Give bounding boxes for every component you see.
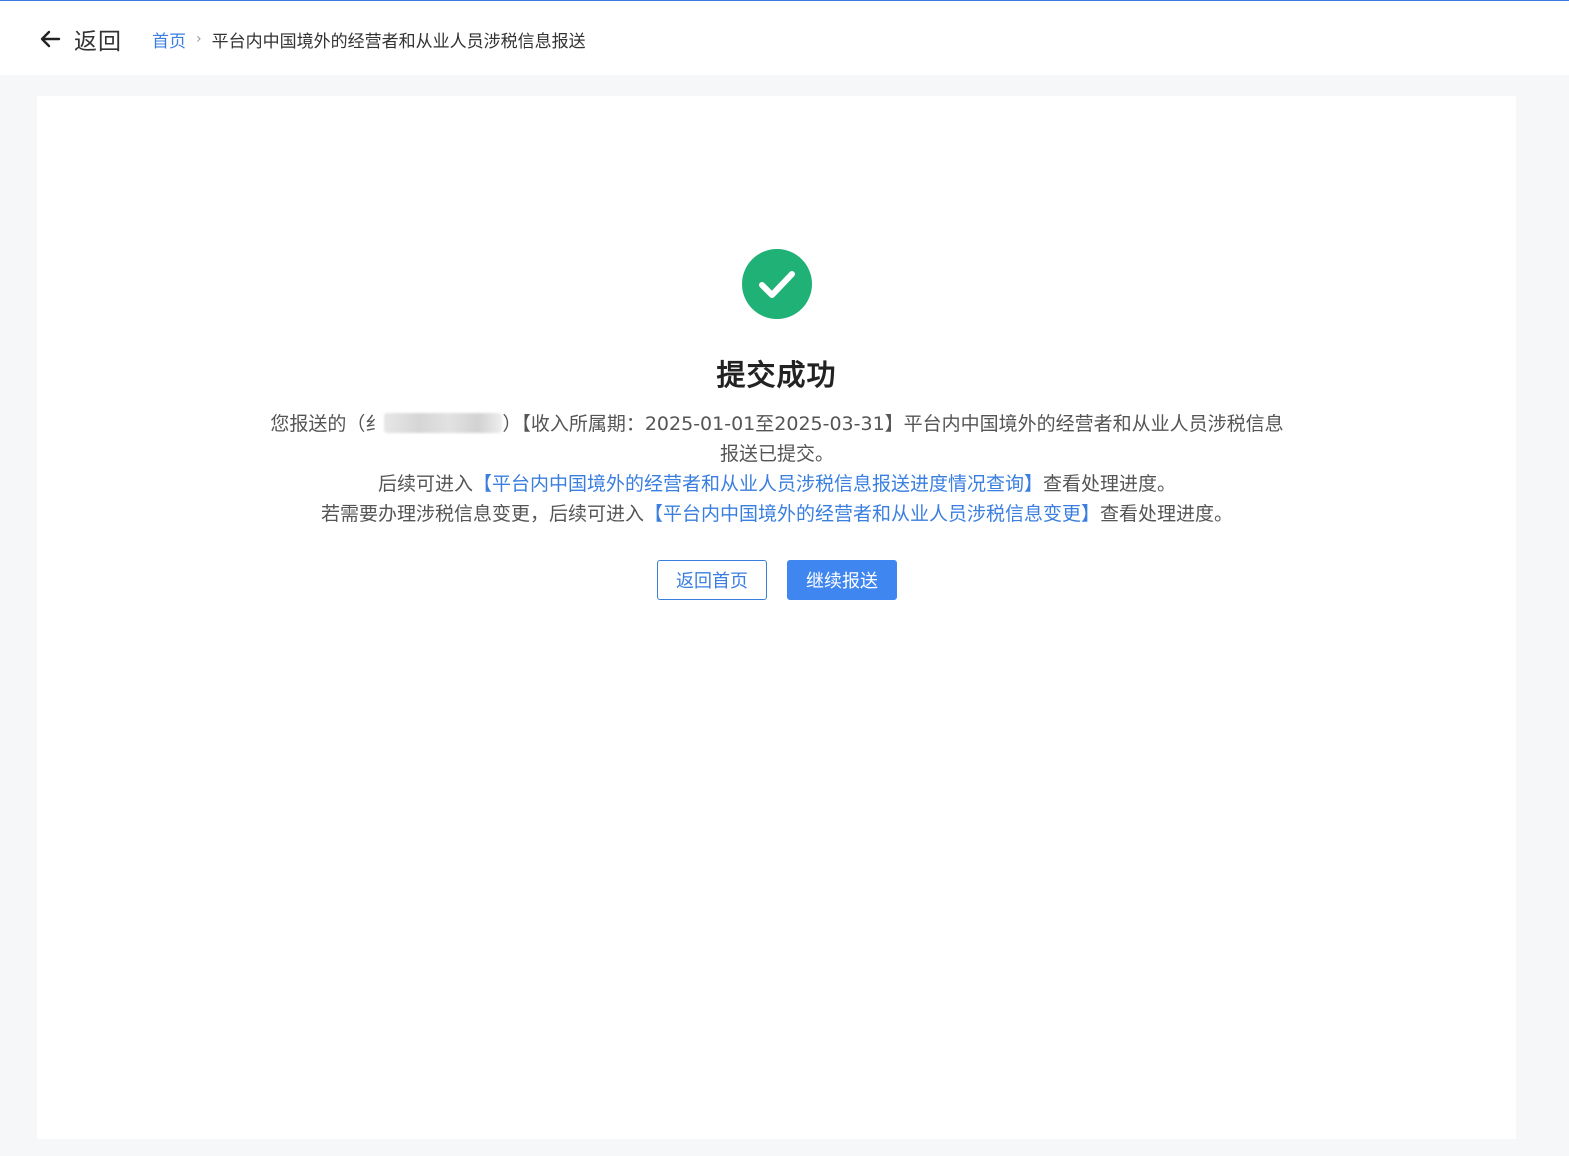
line2-suffix: 查看处理进度。 (1043, 473, 1177, 495)
progress-query-link[interactable]: 【平台内中国境外的经营者和从业人员涉税信息报送进度情况查询】 (473, 473, 1043, 495)
arrow-left-icon (38, 27, 62, 51)
breadcrumb-current: 平台内中国境外的经营者和从业人员涉税信息报送 (211, 31, 586, 52)
breadcrumb: 首页 › 平台内中国境外的经营者和从业人员涉税信息报送 (152, 23, 586, 55)
breadcrumb-separator: › (196, 31, 202, 47)
result-card: 提交成功 您报送的（纟 ）【收入所属期：2025-01-01至2025-03-31… (37, 96, 1516, 1139)
result-line-2: 后续可进入【平台内中国境外的经营者和从业人员涉税信息报送进度情况查询】查看处理进… (267, 469, 1287, 499)
back-button[interactable]: 返回 (38, 21, 122, 57)
result-title: 提交成功 (716, 358, 837, 392)
info-change-link[interactable]: 【平台内中国境外的经营者和从业人员涉税信息变更】 (644, 503, 1100, 525)
return-home-button[interactable]: 返回首页 (657, 560, 767, 600)
result-line-3: 若需要办理涉税信息变更，后续可进入【平台内中国境外的经营者和从业人员涉税信息变更… (267, 499, 1287, 529)
action-buttons: 返回首页 继续报送 (657, 560, 897, 600)
line1-masked-start: 纟 (365, 413, 385, 435)
line2-prefix: 后续可进入 (377, 473, 473, 495)
back-label: 返回 (74, 29, 122, 55)
result-description: 您报送的（纟 ）【收入所属期：2025-01-01至2025-03-31】平台内中… (267, 409, 1287, 529)
breadcrumb-home-link[interactable]: 首页 (152, 27, 186, 52)
page-header: 返回 首页 › 平台内中国境外的经营者和从业人员涉税信息报送 (0, 1, 1569, 75)
line1-after-mask: ）【收入所属期：2025-01-01至2025-03-31】平台内中国境外的经营… (502, 413, 1284, 465)
line3-prefix: 若需要办理涉税信息变更，后续可进入 (320, 503, 644, 525)
line3-suffix: 查看处理进度。 (1100, 503, 1234, 525)
result-line-1: 您报送的（纟 ）【收入所属期：2025-01-01至2025-03-31】平台内中… (267, 409, 1287, 469)
masked-name (384, 413, 503, 433)
continue-report-button[interactable]: 继续报送 (787, 560, 897, 600)
line1-prefix: 您报送的（ (270, 413, 366, 435)
check-circle-icon (742, 249, 812, 319)
